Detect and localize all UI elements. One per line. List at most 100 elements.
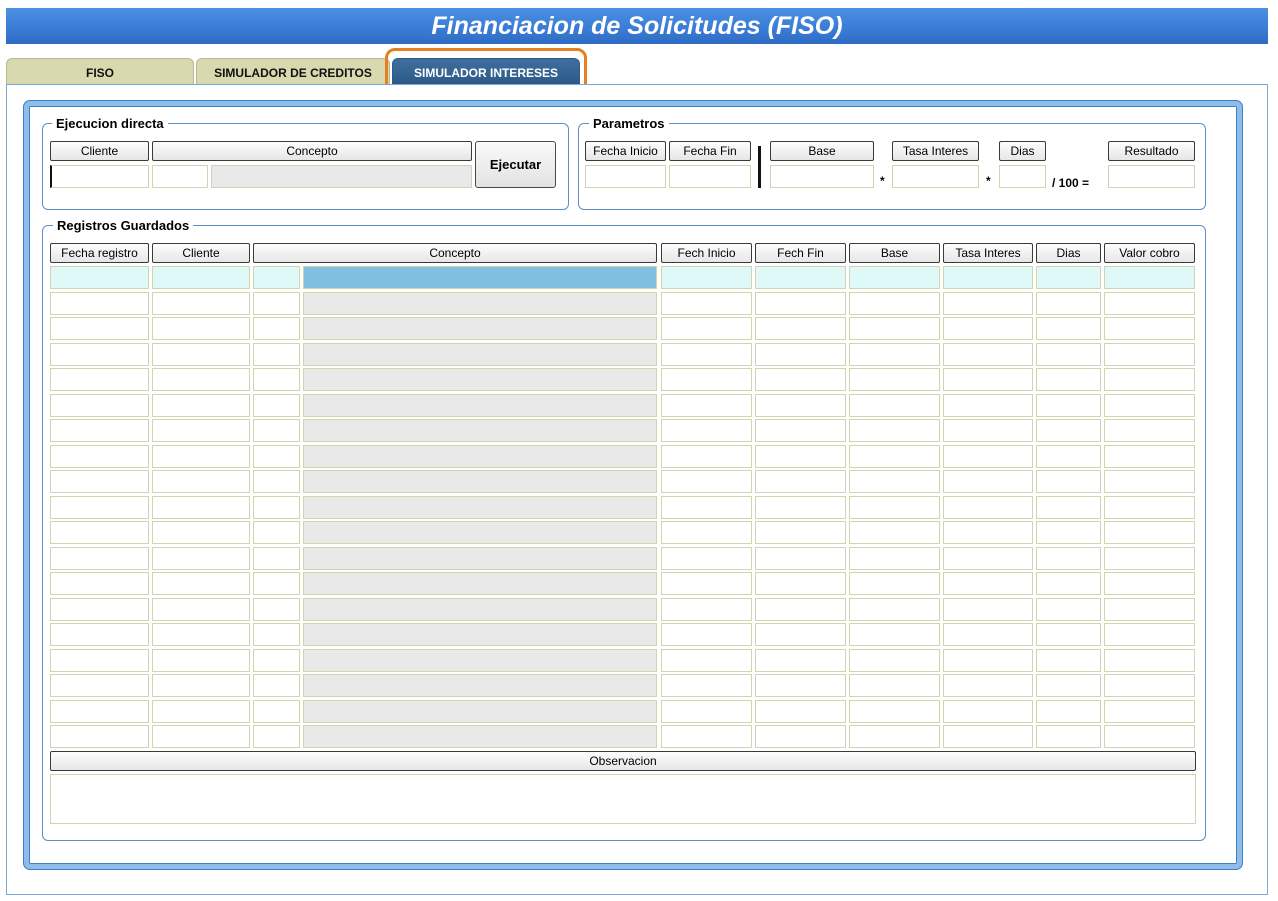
cell-cliente[interactable] xyxy=(152,292,250,315)
cell-fecha-registro[interactable] xyxy=(50,394,149,417)
cell-fech-inicio[interactable] xyxy=(661,266,752,289)
cell-fech-inicio[interactable] xyxy=(661,674,752,697)
cell-fech-fin[interactable] xyxy=(755,547,846,570)
cell-fech-inicio[interactable] xyxy=(661,649,752,672)
cell-tasa-interes[interactable] xyxy=(943,419,1033,442)
cell-base[interactable] xyxy=(849,598,940,621)
cell-cliente[interactable] xyxy=(152,649,250,672)
cell-fech-fin[interactable] xyxy=(755,292,846,315)
dias-input[interactable] xyxy=(999,165,1046,188)
cell-fech-fin[interactable] xyxy=(755,521,846,544)
cell-valor-cobro[interactable] xyxy=(1104,394,1195,417)
cell-tasa-interes[interactable] xyxy=(943,725,1033,748)
cell-tasa-interes[interactable] xyxy=(943,572,1033,595)
cell-concepto-desc[interactable] xyxy=(303,725,657,748)
cell-dias[interactable] xyxy=(1036,725,1101,748)
cell-dias[interactable] xyxy=(1036,547,1101,570)
cell-concepto-desc[interactable] xyxy=(303,317,657,340)
cell-valor-cobro[interactable] xyxy=(1104,547,1195,570)
cell-fech-inicio[interactable] xyxy=(661,572,752,595)
cell-cliente[interactable] xyxy=(152,496,250,519)
cell-tasa-interes[interactable] xyxy=(943,700,1033,723)
cell-base[interactable] xyxy=(849,368,940,391)
cell-fech-inicio[interactable] xyxy=(661,700,752,723)
cell-dias[interactable] xyxy=(1036,674,1101,697)
cell-cliente[interactable] xyxy=(152,368,250,391)
cell-fech-inicio[interactable] xyxy=(661,470,752,493)
cell-fecha-registro[interactable] xyxy=(50,343,149,366)
ejecucion-cliente-input[interactable] xyxy=(50,165,149,188)
ejecucion-concepto-code-input[interactable] xyxy=(152,165,208,188)
cell-cliente[interactable] xyxy=(152,725,250,748)
cell-tasa-interes[interactable] xyxy=(943,470,1033,493)
cell-fecha-registro[interactable] xyxy=(50,317,149,340)
cell-fech-fin[interactable] xyxy=(755,368,846,391)
cell-fecha-registro[interactable] xyxy=(50,547,149,570)
cell-valor-cobro[interactable] xyxy=(1104,700,1195,723)
tab-fiso[interactable]: FISO xyxy=(6,58,194,84)
cell-dias[interactable] xyxy=(1036,649,1101,672)
cell-fech-inicio[interactable] xyxy=(661,598,752,621)
cell-tasa-interes[interactable] xyxy=(943,317,1033,340)
cell-concepto-desc[interactable] xyxy=(303,496,657,519)
cell-valor-cobro[interactable] xyxy=(1104,496,1195,519)
cell-base[interactable] xyxy=(849,445,940,468)
cell-dias[interactable] xyxy=(1036,343,1101,366)
cell-concepto-desc[interactable] xyxy=(303,470,657,493)
tasa-interes-input[interactable] xyxy=(892,165,979,188)
cell-base[interactable] xyxy=(849,470,940,493)
cell-dias[interactable] xyxy=(1036,394,1101,417)
cell-tasa-interes[interactable] xyxy=(943,266,1033,289)
cell-fech-inicio[interactable] xyxy=(661,343,752,366)
cell-tasa-interes[interactable] xyxy=(943,649,1033,672)
cell-fecha-registro[interactable] xyxy=(50,496,149,519)
cell-valor-cobro[interactable] xyxy=(1104,623,1195,646)
cell-base[interactable] xyxy=(849,343,940,366)
cell-concepto-desc[interactable] xyxy=(303,368,657,391)
base-input[interactable] xyxy=(770,165,874,188)
cell-tasa-interes[interactable] xyxy=(943,598,1033,621)
cell-fecha-registro[interactable] xyxy=(50,470,149,493)
cell-tasa-interes[interactable] xyxy=(943,343,1033,366)
cell-base[interactable] xyxy=(849,419,940,442)
cell-fech-fin[interactable] xyxy=(755,700,846,723)
cell-valor-cobro[interactable] xyxy=(1104,521,1195,544)
cell-fecha-registro[interactable] xyxy=(50,521,149,544)
cell-base[interactable] xyxy=(849,496,940,519)
cell-concepto-code[interactable] xyxy=(253,496,300,519)
cell-valor-cobro[interactable] xyxy=(1104,598,1195,621)
cell-tasa-interes[interactable] xyxy=(943,292,1033,315)
cell-fecha-registro[interactable] xyxy=(50,700,149,723)
cell-base[interactable] xyxy=(849,725,940,748)
cell-fech-inicio[interactable] xyxy=(661,292,752,315)
cell-fecha-registro[interactable] xyxy=(50,445,149,468)
cell-dias[interactable] xyxy=(1036,292,1101,315)
cell-concepto-code[interactable] xyxy=(253,572,300,595)
cell-fech-inicio[interactable] xyxy=(661,368,752,391)
cell-tasa-interes[interactable] xyxy=(943,445,1033,468)
cell-fech-fin[interactable] xyxy=(755,623,846,646)
cell-cliente[interactable] xyxy=(152,445,250,468)
cell-concepto-code[interactable] xyxy=(253,368,300,391)
cell-fech-inicio[interactable] xyxy=(661,521,752,544)
cell-fech-inicio[interactable] xyxy=(661,623,752,646)
cell-tasa-interes[interactable] xyxy=(943,368,1033,391)
cell-dias[interactable] xyxy=(1036,598,1101,621)
fecha-fin-input[interactable] xyxy=(669,165,751,188)
cell-fech-fin[interactable] xyxy=(755,317,846,340)
cell-tasa-interes[interactable] xyxy=(943,547,1033,570)
cell-cliente[interactable] xyxy=(152,623,250,646)
cell-valor-cobro[interactable] xyxy=(1104,419,1195,442)
cell-cliente[interactable] xyxy=(152,266,250,289)
cell-tasa-interes[interactable] xyxy=(943,674,1033,697)
cell-fech-inicio[interactable] xyxy=(661,317,752,340)
cell-valor-cobro[interactable] xyxy=(1104,470,1195,493)
cell-dias[interactable] xyxy=(1036,317,1101,340)
cell-concepto-code[interactable] xyxy=(253,394,300,417)
cell-base[interactable] xyxy=(849,572,940,595)
cell-valor-cobro[interactable] xyxy=(1104,649,1195,672)
cell-fech-inicio[interactable] xyxy=(661,496,752,519)
cell-tasa-interes[interactable] xyxy=(943,394,1033,417)
cell-cliente[interactable] xyxy=(152,317,250,340)
cell-tasa-interes[interactable] xyxy=(943,496,1033,519)
